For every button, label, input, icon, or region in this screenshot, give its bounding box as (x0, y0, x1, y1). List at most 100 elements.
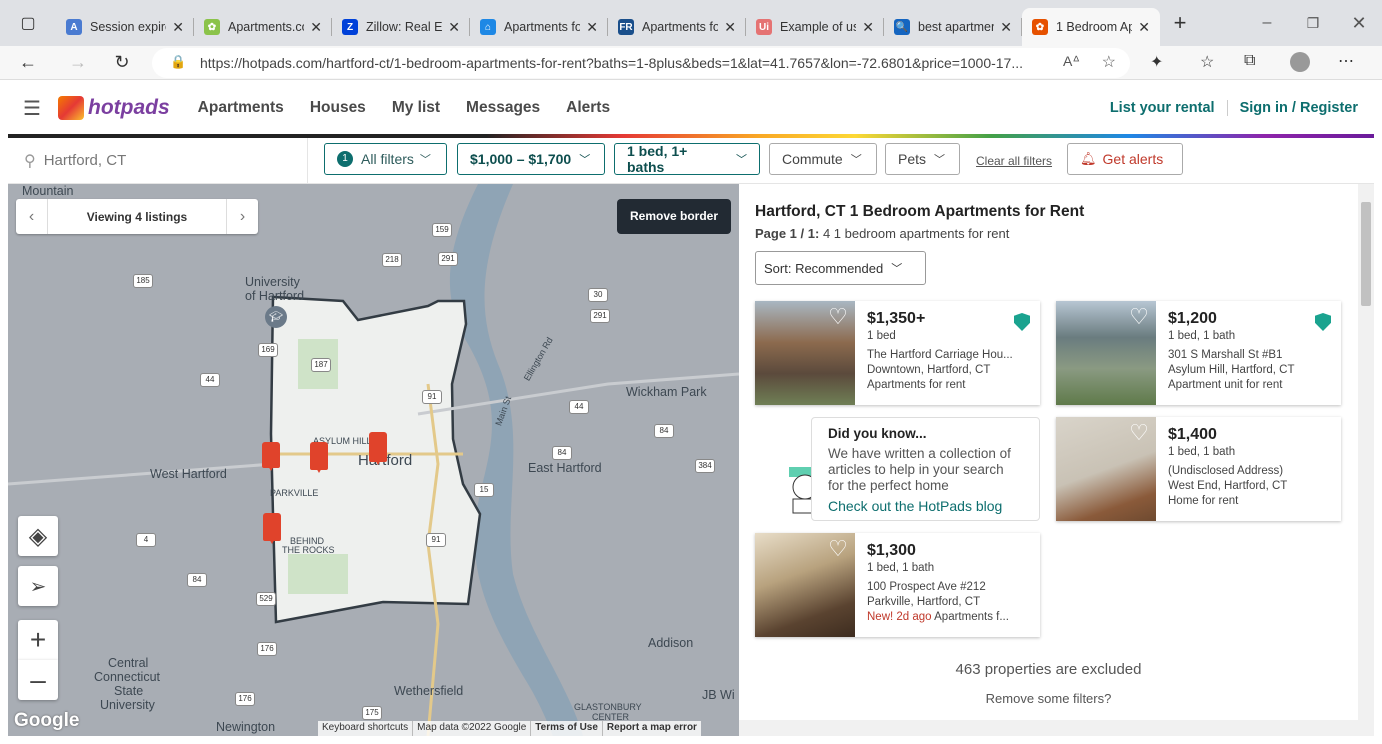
more-icon[interactable]: ⋯ (1338, 51, 1354, 71)
browser-tab[interactable]: A Session expired ✕ (56, 8, 194, 46)
filter-bar: ⚲ Hartford, CT 1 All filters ﹀ $1,000 – … (8, 138, 1374, 184)
map-footer-link[interactable]: Report a map error (601, 721, 701, 736)
map-footer-link[interactable]: Keyboard shortcuts (318, 721, 412, 736)
map-footer-link[interactable]: Terms of Use (530, 721, 602, 736)
close-tab-icon[interactable]: ✕ (310, 19, 322, 36)
read-aloud-icon[interactable]: Aᐞ (1063, 53, 1080, 70)
back-icon[interactable]: ← (0, 52, 56, 73)
browser-tab[interactable]: ✿ 1 Bedroom Apartments ✕ (1022, 8, 1160, 46)
prev-page-icon[interactable]: ‹ (16, 199, 48, 234)
refresh-icon[interactable]: ↻ (100, 52, 144, 73)
close-window-icon[interactable]: ✕ (1336, 13, 1382, 34)
zoom-in-icon[interactable]: + (18, 620, 58, 660)
listing-price: $1,400 (1168, 426, 1217, 443)
browser-tab[interactable]: 🔍 best apartments ✕ (884, 8, 1022, 46)
vertical-scrollbar[interactable] (1358, 184, 1374, 736)
new-tab-icon[interactable]: + (1160, 10, 1200, 36)
heart-icon[interactable]: ♡ (827, 538, 849, 560)
browser-tab[interactable]: ✿ Apartments.com ✕ (194, 8, 332, 46)
route-shield: 291 (438, 252, 458, 266)
pets-filter-button[interactable]: Pets ﹀ (885, 143, 960, 175)
clear-filters-link[interactable]: Clear all filters (976, 154, 1052, 168)
listing-pin[interactable] (262, 442, 280, 471)
listing-name: 301 S Marshall St #B1 (1168, 349, 1283, 361)
remove-border-button[interactable]: Remove border (617, 199, 731, 234)
scroll-thumb[interactable] (1361, 202, 1371, 306)
school-icon[interactable]: 🎓︎ (265, 306, 287, 328)
sort-select[interactable]: Sort: Recommended ﹀ (755, 251, 926, 285)
commute-label: Commute (782, 151, 843, 167)
profile-avatar[interactable] (1290, 52, 1310, 72)
listing-pin[interactable] (310, 442, 328, 473)
next-page-icon[interactable]: › (226, 199, 258, 234)
hotpads-logo[interactable]: hotpads (58, 96, 170, 120)
sort-label: Sort: Recommended (764, 260, 884, 276)
sign-in-link[interactable]: Sign in / Register (1228, 100, 1374, 116)
map-label: Addison (648, 636, 694, 650)
close-tab-icon[interactable]: ✕ (1138, 19, 1150, 36)
menu-icon[interactable]: ☰ (12, 96, 52, 121)
tab-actions-icon[interactable]: ▢ (0, 13, 56, 33)
nav-link[interactable]: Apartments (198, 99, 284, 116)
beds-filter-button[interactable]: 1 bed, 1+ baths ﹀ (614, 143, 760, 175)
restore-icon[interactable]: ❐ (1290, 15, 1336, 32)
browser-tab-bar: ▢ A Session expired ✕ ✿ Apartments.com ✕ Z Zill… (0, 0, 1382, 46)
listing-beds: 1 bed, 1 bath (1168, 446, 1236, 458)
map-label: GLASTONBURY (574, 702, 642, 712)
tab-favicon: ✿ (1032, 19, 1048, 35)
map-label: Central (108, 656, 149, 670)
listing-pin[interactable] (369, 432, 387, 465)
close-tab-icon[interactable]: ✕ (1000, 19, 1012, 36)
add-favorite-icon[interactable]: ☆ (1102, 52, 1116, 72)
all-filters-button[interactable]: 1 All filters ﹀ (324, 143, 447, 175)
listing-area: Downtown, Hartford, CT (867, 364, 991, 376)
collections-icon[interactable]: ⧉ (1244, 52, 1255, 70)
heart-icon[interactable]: ♡ (827, 306, 849, 328)
map-footer-link[interactable]: Map data ©2022 Google (412, 721, 530, 736)
route-shield: 176 (257, 642, 277, 656)
nav-link[interactable]: Messages (466, 99, 540, 116)
listing-card[interactable]: ♡ $1,300 1 bed, 1 bath 100 Prospect Ave … (755, 533, 1040, 637)
listing-card[interactable]: ♡ $1,400 1 bed, 1 bath (Undisclosed Addr… (1056, 417, 1341, 521)
price-filter-button[interactable]: $1,000 – $1,700 ﹀ (457, 143, 605, 175)
close-tab-icon[interactable]: ✕ (586, 19, 598, 36)
extensions-icon[interactable]: ✦ (1150, 52, 1163, 72)
heart-icon[interactable]: ♡ (1128, 422, 1150, 444)
locate-icon[interactable]: ➢ (18, 566, 58, 606)
listing-card[interactable]: ♡ $1,350+ 1 bed The Hartford Carriage Ho… (755, 301, 1040, 405)
listing-card[interactable]: ♡ $1,200 1 bed, 1 bath 301 S Marshall St… (1056, 301, 1341, 405)
browser-tab[interactable]: Z Zillow: Real Estate ✕ (332, 8, 470, 46)
minimize-icon[interactable]: – (1244, 14, 1290, 32)
close-tab-icon[interactable]: ✕ (448, 19, 460, 36)
horizontal-scrollbar[interactable] (739, 720, 1358, 736)
search-input[interactable]: Hartford, CT (44, 152, 127, 169)
close-tab-icon[interactable]: ✕ (724, 19, 736, 36)
forward-icon[interactable]: → (56, 52, 100, 73)
get-alerts-button[interactable]: 🔔︎ Get alerts (1067, 143, 1183, 175)
commute-filter-button[interactable]: Commute ﹀ (769, 143, 877, 175)
remove-filters-link[interactable]: Remove some filters? (739, 691, 1358, 706)
nav-link[interactable]: Alerts (566, 99, 610, 116)
nav-link[interactable]: My list (392, 99, 440, 116)
blog-link[interactable]: Check out the HotPads blog (828, 498, 1023, 514)
search-box[interactable]: ⚲ Hartford, CT (8, 138, 308, 183)
zoom-out-icon[interactable]: – (18, 660, 58, 700)
logo-text: hotpads (88, 96, 170, 119)
url-field[interactable]: 🔒 https://hotpads.com/hartford-ct/1-bedr… (152, 48, 1130, 78)
browser-tab[interactable]: FR Apartments for rent ✕ (608, 8, 746, 46)
close-tab-icon[interactable]: ✕ (172, 19, 184, 36)
listing-pin[interactable] (263, 513, 281, 544)
layers-icon[interactable]: ◈ (18, 516, 58, 556)
map-label: State (114, 684, 144, 698)
browser-tab[interactable]: ⌂ Apartments for rent ✕ (470, 8, 608, 46)
chevron-down-icon: ﹀ (891, 263, 903, 275)
heart-icon[interactable]: ♡ (1128, 306, 1150, 328)
nav-link[interactable]: Houses (310, 99, 366, 116)
map-label: THE ROCKS (282, 545, 335, 555)
route-shield: 84 (654, 424, 674, 438)
favorites-icon[interactable]: ☆ (1200, 52, 1214, 72)
map-panel[interactable]: ‹ Viewing 4 listings › Remove border Mou… (8, 184, 739, 736)
list-rental-link[interactable]: List your rental (1110, 100, 1228, 116)
close-tab-icon[interactable]: ✕ (862, 19, 874, 36)
browser-tab[interactable]: Ui Example of use ✕ (746, 8, 884, 46)
